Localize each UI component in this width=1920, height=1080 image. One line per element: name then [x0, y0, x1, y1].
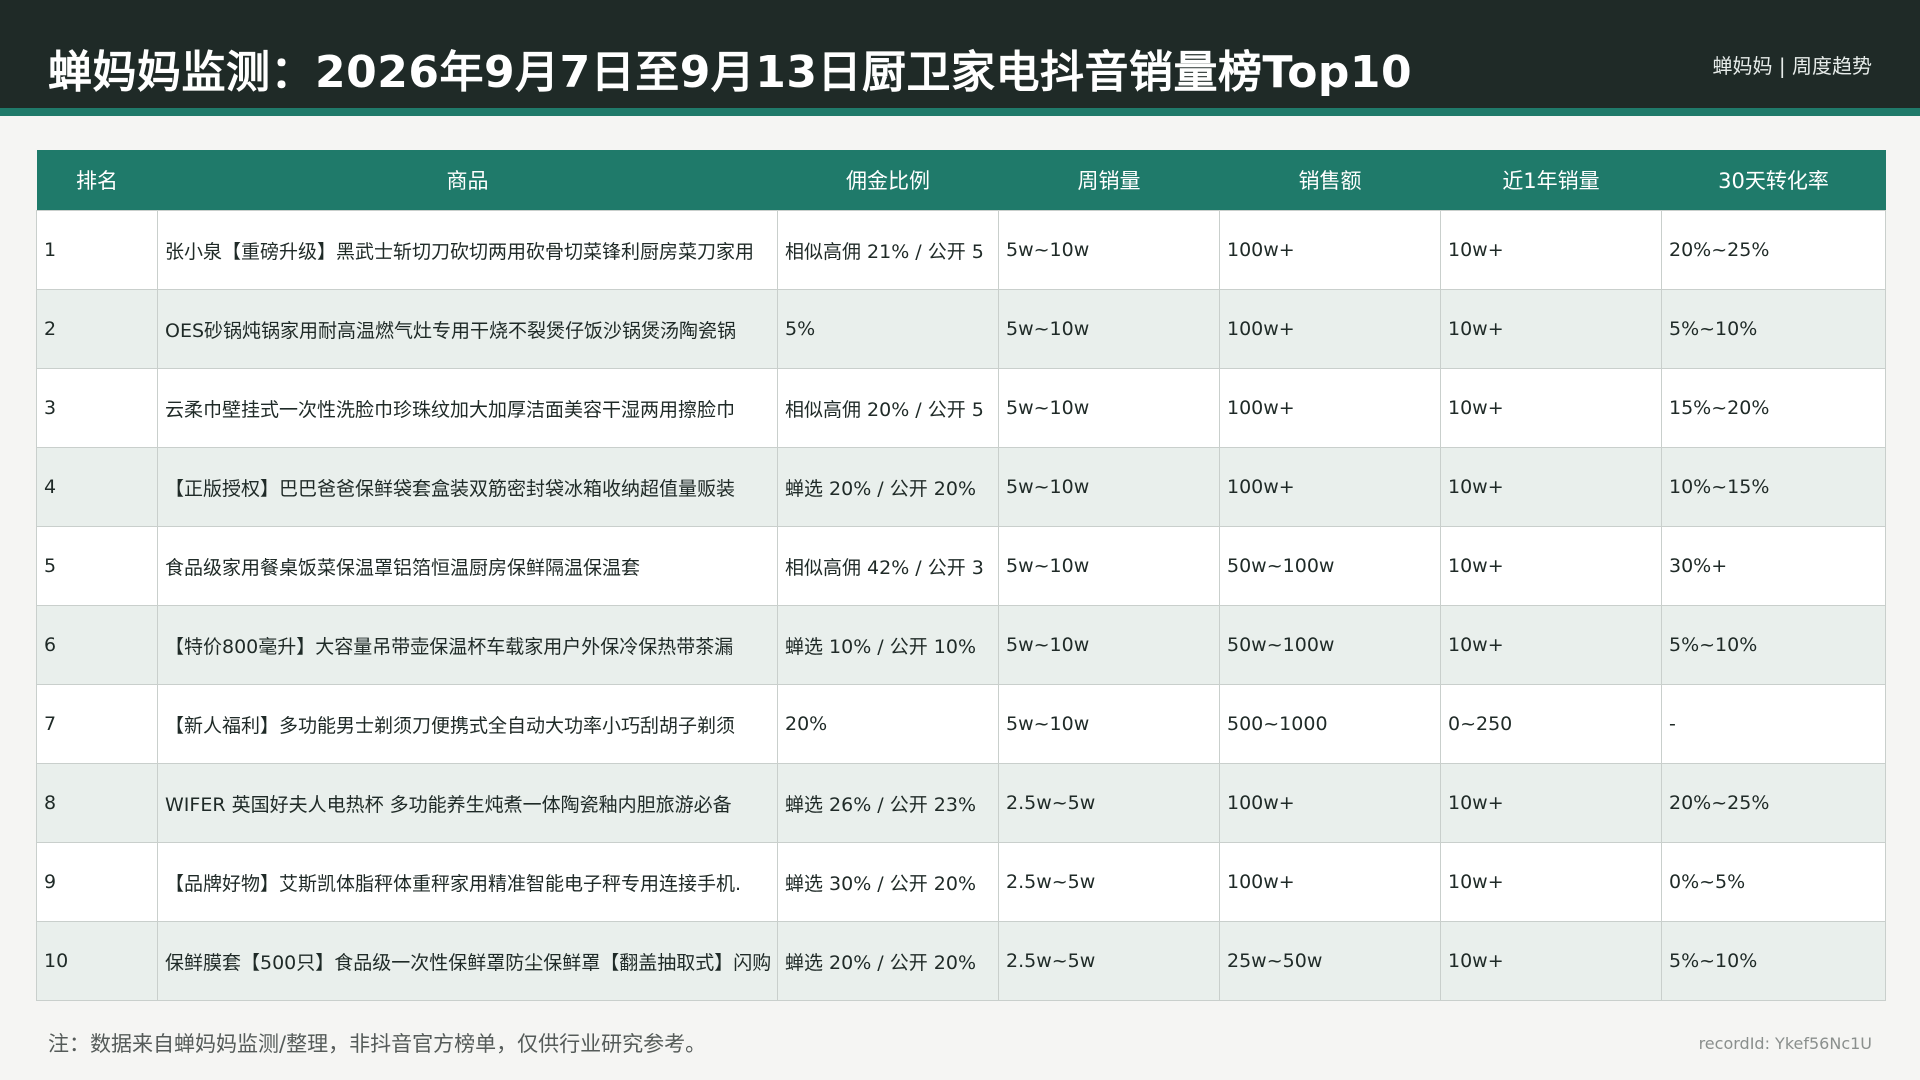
column-header: 商品: [157, 150, 778, 211]
weekly-sales-cell: 5w~10w: [998, 447, 1220, 527]
product-cell: 张小泉【重磅升级】黑武士斩切刀砍切两用砍骨切菜锋利厨房菜刀家用: [157, 210, 778, 290]
rank-cell: 3: [36, 368, 158, 448]
rank-cell: 4: [36, 447, 158, 527]
product-cell: 云柔巾壁挂式一次性洗脸巾珍珠纹加大加厚洁面美容干湿两用擦脸巾: [157, 368, 778, 448]
column-header: 周销量: [998, 150, 1220, 211]
revenue-cell: 50w~100w: [1219, 526, 1441, 606]
rank-cell: 10: [36, 921, 158, 1001]
ranking-table-container: 排名 商品 佣金比例 周销量 销售额 近1年销量 30天转化率 1 张小泉【重磅升级】黑武士斩…: [36, 150, 1886, 1001]
weekly-sales-cell: 2.5w~5w: [998, 763, 1220, 843]
conversion-cell: 5%~10%: [1661, 289, 1886, 369]
rank-cell: 5: [36, 526, 158, 606]
page-title: 蝉妈妈监测：2026年9月7日至9月13日厨卫家电抖音销量榜Top10: [48, 47, 1413, 98]
conversion-cell: -: [1661, 684, 1886, 764]
revenue-cell: 500~1000: [1219, 684, 1441, 764]
commission-cell: 蝉选 20% / 公开 20%: [777, 921, 999, 1001]
table-row: 5 食品级家用餐桌饭菜保温罩铝箔恒温厨房保鲜隔温保温套 相似高佣 42% / 公开 …: [36, 526, 1886, 606]
commission-cell: 20%: [777, 684, 999, 764]
yearly-sales-cell: 10w+: [1440, 210, 1662, 290]
yearly-sales-cell: 0~250: [1440, 684, 1662, 764]
yearly-sales-cell: 10w+: [1440, 526, 1662, 606]
table-row: 4 【正版授权】巴巴爸爸保鲜袋套盒装双筋密封袋冰箱收纳超值量贩装 蝉选 20% / …: [36, 447, 1886, 527]
conversion-cell: 20%~25%: [1661, 210, 1886, 290]
weekly-sales-cell: 5w~10w: [998, 526, 1220, 606]
table-row: 8 WIFER 英国好夫人电热杯 多功能养生炖煮一体陶瓷釉内胆旅游必备 蝉选 26%…: [36, 763, 1886, 843]
conversion-cell: 5%~10%: [1661, 605, 1886, 685]
revenue-cell: 100w+: [1219, 289, 1441, 369]
footer-note: 注：数据来自蝉妈妈监测/整理，非抖音官方榜单，仅供行业研究参考。: [48, 1032, 707, 1056]
table-body: 1 张小泉【重磅升级】黑武士斩切刀砍切两用砍骨切菜锋利厨房菜刀家用 相似高佣 21%…: [36, 210, 1886, 1001]
table-header-row: 排名 商品 佣金比例 周销量 销售额 近1年销量 30天转化率: [36, 150, 1886, 211]
column-header: 近1年销量: [1440, 150, 1662, 211]
revenue-cell: 100w+: [1219, 210, 1441, 290]
commission-cell: 相似高佣 20% / 公开 5: [777, 368, 999, 448]
product-cell: 【品牌好物】艾斯凯体脂秤体重秤家用精准智能电子秤专用连接手机.: [157, 842, 778, 922]
weekly-sales-cell: 2.5w~5w: [998, 921, 1220, 1001]
conversion-cell: 30%+: [1661, 526, 1886, 606]
yearly-sales-cell: 10w+: [1440, 763, 1662, 843]
commission-cell: 蝉选 30% / 公开 20%: [777, 842, 999, 922]
rank-cell: 6: [36, 605, 158, 685]
table-row: 6 【特价800毫升】大容量吊带壶保温杯车载家用户外保冷保热带茶漏 蝉选 10% /…: [36, 605, 1886, 685]
revenue-cell: 100w+: [1219, 447, 1441, 527]
column-header: 销售额: [1219, 150, 1441, 211]
yearly-sales-cell: 10w+: [1440, 289, 1662, 369]
page-header: 蝉妈妈监测：2026年9月7日至9月13日厨卫家电抖音销量榜Top10 蝉妈妈 …: [0, 0, 1920, 116]
revenue-cell: 100w+: [1219, 368, 1441, 448]
commission-cell: 相似高佣 21% / 公开 5: [777, 210, 999, 290]
product-cell: 保鲜膜套【500只】食品级一次性保鲜罩防尘保鲜罩【翻盖抽取式】闪购: [157, 921, 778, 1001]
record-id: recordId: Ykef56Nc1U: [1698, 1034, 1872, 1053]
weekly-sales-cell: 5w~10w: [998, 605, 1220, 685]
table-row: 7 【新人福利】多功能男士剃须刀便携式全自动大功率小巧刮胡子剃须 20% 5w~10w…: [36, 684, 1886, 764]
commission-cell: 蝉选 20% / 公开 20%: [777, 447, 999, 527]
conversion-cell: 10%~15%: [1661, 447, 1886, 527]
brand-label: 蝉妈妈 | 周度趋势: [1712, 54, 1872, 78]
yearly-sales-cell: 10w+: [1440, 368, 1662, 448]
yearly-sales-cell: 10w+: [1440, 447, 1662, 527]
yearly-sales-cell: 10w+: [1440, 605, 1662, 685]
revenue-cell: 100w+: [1219, 842, 1441, 922]
commission-cell: 蝉选 10% / 公开 10%: [777, 605, 999, 685]
table-row: 10 保鲜膜套【500只】食品级一次性保鲜罩防尘保鲜罩【翻盖抽取式】闪购 蝉选 20…: [36, 921, 1886, 1001]
product-cell: 【特价800毫升】大容量吊带壶保温杯车载家用户外保冷保热带茶漏: [157, 605, 778, 685]
yearly-sales-cell: 10w+: [1440, 842, 1662, 922]
rank-cell: 9: [36, 842, 158, 922]
commission-cell: 相似高佣 42% / 公开 3: [777, 526, 999, 606]
weekly-sales-cell: 5w~10w: [998, 368, 1220, 448]
weekly-sales-cell: 5w~10w: [998, 684, 1220, 764]
conversion-cell: 15%~20%: [1661, 368, 1886, 448]
commission-cell: 5%: [777, 289, 999, 369]
rank-cell: 1: [36, 210, 158, 290]
yearly-sales-cell: 10w+: [1440, 921, 1662, 1001]
weekly-sales-cell: 5w~10w: [998, 289, 1220, 369]
product-cell: OES砂锅炖锅家用耐高温燃气灶专用干烧不裂煲仔饭沙锅煲汤陶瓷锅: [157, 289, 778, 369]
product-cell: 食品级家用餐桌饭菜保温罩铝箔恒温厨房保鲜隔温保温套: [157, 526, 778, 606]
conversion-cell: 20%~25%: [1661, 763, 1886, 843]
rank-cell: 8: [36, 763, 158, 843]
conversion-cell: 0%~5%: [1661, 842, 1886, 922]
product-cell: WIFER 英国好夫人电热杯 多功能养生炖煮一体陶瓷釉内胆旅游必备: [157, 763, 778, 843]
column-header: 佣金比例: [777, 150, 999, 211]
table-row: 9 【品牌好物】艾斯凯体脂秤体重秤家用精准智能电子秤专用连接手机. 蝉选 30% /…: [36, 842, 1886, 922]
column-header: 排名: [36, 150, 158, 211]
revenue-cell: 50w~100w: [1219, 605, 1441, 685]
commission-cell: 蝉选 26% / 公开 23%: [777, 763, 999, 843]
table-row: 2 OES砂锅炖锅家用耐高温燃气灶专用干烧不裂煲仔饭沙锅煲汤陶瓷锅 5% 5w~10w…: [36, 289, 1886, 369]
ranking-table: 排名 商品 佣金比例 周销量 销售额 近1年销量 30天转化率 1 张小泉【重磅升级】黑武士斩…: [36, 150, 1886, 1001]
rank-cell: 7: [36, 684, 158, 764]
conversion-cell: 5%~10%: [1661, 921, 1886, 1001]
product-cell: 【正版授权】巴巴爸爸保鲜袋套盒装双筋密封袋冰箱收纳超值量贩装: [157, 447, 778, 527]
table-row: 3 云柔巾壁挂式一次性洗脸巾珍珠纹加大加厚洁面美容干湿两用擦脸巾 相似高佣 20% …: [36, 368, 1886, 448]
weekly-sales-cell: 2.5w~5w: [998, 842, 1220, 922]
table-row: 1 张小泉【重磅升级】黑武士斩切刀砍切两用砍骨切菜锋利厨房菜刀家用 相似高佣 21%…: [36, 210, 1886, 290]
column-header: 30天转化率: [1661, 150, 1886, 211]
weekly-sales-cell: 5w~10w: [998, 210, 1220, 290]
revenue-cell: 25w~50w: [1219, 921, 1441, 1001]
rank-cell: 2: [36, 289, 158, 369]
product-cell: 【新人福利】多功能男士剃须刀便携式全自动大功率小巧刮胡子剃须: [157, 684, 778, 764]
revenue-cell: 100w+: [1219, 763, 1441, 843]
